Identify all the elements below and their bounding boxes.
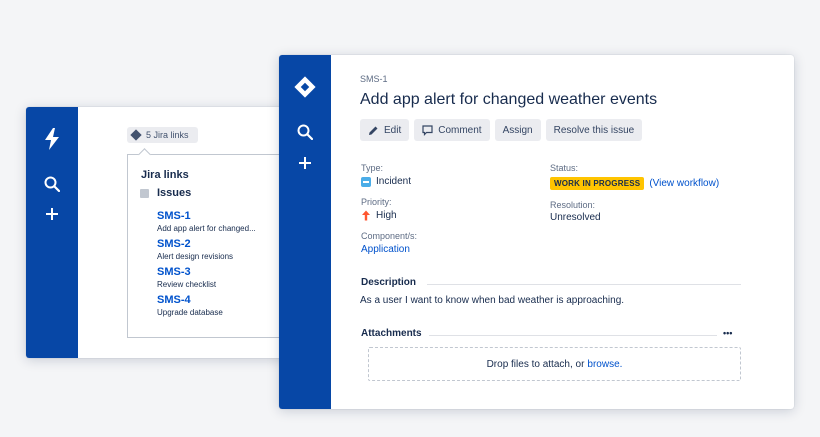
assign-button-label: Assign bbox=[502, 124, 533, 136]
edit-button[interactable]: Edit bbox=[360, 119, 410, 141]
jira-logo-icon[interactable] bbox=[279, 75, 331, 99]
attachments-heading: Attachments bbox=[361, 328, 422, 339]
plus-icon[interactable] bbox=[26, 207, 78, 221]
status-value: WORK IN PROGRESS (View workflow) bbox=[550, 177, 719, 190]
type-value-text: Incident bbox=[376, 176, 412, 187]
description-text[interactable]: As a user I want to know when bad weathe… bbox=[360, 295, 624, 306]
page-title: Add app alert for changed weather events bbox=[360, 91, 658, 108]
plus-icon[interactable] bbox=[279, 156, 331, 170]
divider bbox=[429, 335, 717, 336]
incident-icon bbox=[361, 176, 371, 187]
search-icon[interactable] bbox=[279, 124, 331, 140]
edit-button-label: Edit bbox=[384, 124, 402, 136]
assign-button[interactable]: Assign bbox=[494, 119, 541, 141]
issue-key-link[interactable]: SMS-1 bbox=[157, 210, 256, 223]
popover-title: Jira links bbox=[141, 169, 189, 181]
sidebar bbox=[279, 55, 331, 409]
more-icon[interactable]: ••• bbox=[723, 328, 732, 338]
dropzone-text: Drop files to attach, or bbox=[486, 358, 585, 370]
issues-group: Issues bbox=[140, 187, 191, 199]
issue-summary: Add app alert for changed... bbox=[157, 224, 256, 233]
jira-links-popover: Jira links Issues SMS-1 Add app alert fo… bbox=[127, 148, 281, 338]
view-workflow-link[interactable]: (View workflow) bbox=[649, 178, 719, 189]
popover-arrow bbox=[138, 148, 151, 161]
issue-type-icon bbox=[140, 188, 149, 198]
sidebar bbox=[26, 107, 78, 358]
confluence-page-card: 5 Jira links Jira links Issues SMS-1 Add… bbox=[26, 107, 288, 358]
issue-summary: Alert design revisions bbox=[157, 252, 234, 261]
jira-links-pill[interactable]: 5 Jira links bbox=[127, 127, 198, 143]
status-label: Status: bbox=[550, 163, 579, 173]
type-value: Incident bbox=[361, 176, 411, 187]
browse-link[interactable]: browse. bbox=[587, 359, 622, 370]
arrow-up-icon bbox=[362, 210, 370, 221]
resolve-issue-button[interactable]: Resolve this issue bbox=[545, 119, 643, 141]
issue-toolbar: Edit Comment Assign Resolve this issue bbox=[360, 119, 643, 141]
priority-value: High bbox=[361, 210, 397, 221]
comment-button-label: Comment bbox=[438, 124, 482, 136]
list-item[interactable]: SMS-1 Add app alert for changed... bbox=[157, 210, 256, 234]
list-item[interactable]: SMS-4 Upgrade database bbox=[157, 294, 223, 318]
priority-label: Priority: bbox=[361, 197, 392, 207]
priority-value-text: High bbox=[376, 210, 397, 221]
jira-issue-card: SMS-1 Add app alert for changed weather … bbox=[279, 55, 794, 409]
issue-main: SMS-1 Add app alert for changed weather … bbox=[331, 55, 794, 409]
comment-icon bbox=[422, 124, 433, 136]
comment-button[interactable]: Comment bbox=[414, 119, 490, 141]
divider bbox=[427, 284, 741, 285]
resolution-value: Unresolved bbox=[550, 212, 601, 223]
issue-summary: Upgrade database bbox=[157, 308, 223, 317]
issue-summary: Review checklist bbox=[157, 280, 217, 289]
issues-group-label: Issues bbox=[157, 187, 192, 199]
attachment-dropzone[interactable]: Drop files to attach, or browse. bbox=[368, 347, 741, 381]
component-link[interactable]: Application bbox=[361, 244, 410, 255]
resolve-button-label: Resolve this issue bbox=[553, 124, 635, 136]
list-item[interactable]: SMS-2 Alert design revisions bbox=[157, 238, 233, 262]
list-item[interactable]: SMS-3 Review checklist bbox=[157, 266, 216, 290]
status-badge[interactable]: WORK IN PROGRESS bbox=[550, 177, 645, 190]
resolution-label: Resolution: bbox=[550, 200, 596, 210]
issue-key[interactable]: SMS-1 bbox=[360, 74, 388, 84]
issue-key-link[interactable]: SMS-2 bbox=[157, 238, 233, 251]
jira-links-pill-label: 5 Jira links bbox=[146, 130, 189, 140]
description-heading: Description bbox=[361, 277, 417, 288]
issue-key-link[interactable]: SMS-4 bbox=[157, 294, 223, 307]
issue-key-link[interactable]: SMS-3 bbox=[157, 266, 216, 279]
link-diamond-icon bbox=[130, 129, 142, 141]
edit-icon bbox=[369, 126, 378, 135]
search-icon[interactable] bbox=[26, 176, 78, 192]
type-label: Type: bbox=[361, 163, 384, 173]
components-label: Component/s: bbox=[361, 231, 418, 241]
confluence-logo-icon[interactable] bbox=[26, 127, 78, 151]
